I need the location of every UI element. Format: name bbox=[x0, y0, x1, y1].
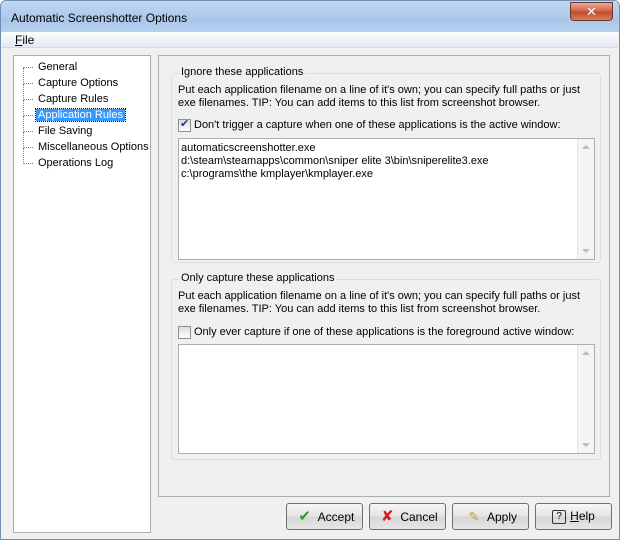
only-checkbox[interactable] bbox=[178, 326, 191, 339]
help-label-rest: elp bbox=[578, 509, 595, 523]
help-accel: H bbox=[570, 509, 579, 523]
ignore-apps-text: automaticscreenshotter.exe d:\steam\stea… bbox=[181, 142, 489, 180]
close-icon: ✕ bbox=[586, 4, 597, 19]
tree-connector bbox=[23, 100, 24, 116]
only-group-legend: Only capture these applications bbox=[179, 272, 337, 284]
tree-item-file-saving[interactable]: File Saving bbox=[22, 116, 94, 139]
window-title: Automatic Screenshotter Options bbox=[11, 11, 188, 25]
cancel-button[interactable]: ✘ Cancel bbox=[369, 503, 446, 530]
menu-bar: File bbox=[2, 32, 618, 48]
tree-connector bbox=[23, 67, 33, 68]
ignore-description: Put each application filename on a line … bbox=[178, 84, 580, 109]
ignore-applications-group: Ignore these applications Put each appli… bbox=[171, 66, 601, 263]
tree-item-label: Capture Rules bbox=[38, 93, 109, 105]
tree-connector bbox=[23, 99, 33, 100]
ignore-checkbox[interactable]: ✔ bbox=[178, 118, 191, 132]
tree-item-general[interactable]: General bbox=[22, 60, 79, 75]
tree-item-application-rules[interactable]: Application Rules bbox=[22, 100, 126, 123]
options-window: Automatic Screenshotter Options ✕ File G… bbox=[0, 0, 620, 540]
menu-file[interactable]: File bbox=[15, 33, 34, 47]
tree-connector bbox=[23, 116, 24, 132]
ignore-apps-textarea[interactable]: automaticscreenshotter.exe d:\steam\stea… bbox=[178, 138, 595, 260]
tree-connector bbox=[23, 115, 33, 116]
scroll-down-arrow-icon[interactable] bbox=[582, 443, 590, 447]
scroll-up-arrow-icon[interactable] bbox=[582, 351, 590, 355]
tree-item-miscellaneous-options[interactable]: Miscellaneous Options bbox=[22, 132, 151, 155]
menu-file-rest: ile bbox=[22, 33, 35, 47]
tree-connector bbox=[23, 83, 33, 84]
title-bar[interactable]: Automatic Screenshotter Options ✕ bbox=[1, 1, 619, 32]
accept-button[interactable]: ✔ Accept bbox=[286, 503, 363, 530]
settings-panel: Ignore these applications Put each appli… bbox=[158, 55, 610, 497]
pencil-icon: ✎ bbox=[468, 509, 480, 524]
help-icon: ? bbox=[552, 509, 567, 524]
only-description: Put each application filename on a line … bbox=[178, 290, 580, 315]
tree-item-label: Operations Log bbox=[38, 157, 114, 169]
checkmark-icon: ✔ bbox=[180, 118, 190, 130]
tree-item-label: General bbox=[38, 61, 78, 73]
ignore-scrollbar[interactable] bbox=[577, 139, 594, 259]
tree-item-label: Miscellaneous Options bbox=[38, 141, 149, 153]
tree-connector bbox=[23, 147, 33, 148]
tree-item-capture-options[interactable]: Capture Options bbox=[22, 68, 120, 91]
tree-connector bbox=[23, 148, 24, 164]
ignore-group-legend: Ignore these applications bbox=[179, 66, 306, 78]
cancel-label: Cancel bbox=[400, 510, 438, 524]
only-capture-group: Only capture these applications Put each… bbox=[171, 272, 601, 460]
accept-label: Accept bbox=[317, 510, 355, 524]
check-icon: ✔ bbox=[298, 508, 311, 525]
tree-item-label: File Saving bbox=[38, 125, 93, 137]
tree-connector bbox=[23, 131, 33, 132]
only-scrollbar[interactable] bbox=[577, 345, 594, 453]
close-button[interactable]: ✕ bbox=[570, 2, 613, 21]
tree-connector bbox=[23, 84, 24, 100]
scroll-down-arrow-icon[interactable] bbox=[582, 249, 590, 253]
options-tree: General Capture Options Capture Rules Ap… bbox=[13, 55, 151, 533]
help-button[interactable]: ? Help bbox=[535, 503, 612, 530]
apply-label: Apply bbox=[486, 510, 518, 524]
tree-item-label: Capture Options bbox=[38, 77, 119, 89]
ignore-checkbox-label: Don't trigger a capture when one of thes… bbox=[194, 119, 561, 131]
only-apps-textarea[interactable] bbox=[178, 344, 595, 454]
tree-connector bbox=[23, 68, 24, 84]
tree-item-operations-log[interactable]: Operations Log bbox=[22, 148, 115, 171]
tree-item-label: Application Rules bbox=[35, 108, 126, 122]
only-checkbox-label: Only ever capture if one of these applic… bbox=[194, 326, 575, 338]
tree-item-capture-rules[interactable]: Capture Rules bbox=[22, 84, 110, 107]
tree-connector bbox=[23, 132, 24, 148]
tree-connector bbox=[23, 163, 33, 164]
x-icon: ✘ bbox=[381, 508, 394, 525]
scroll-up-arrow-icon[interactable] bbox=[582, 145, 590, 149]
apply-button[interactable]: ✎ Apply bbox=[452, 503, 529, 530]
